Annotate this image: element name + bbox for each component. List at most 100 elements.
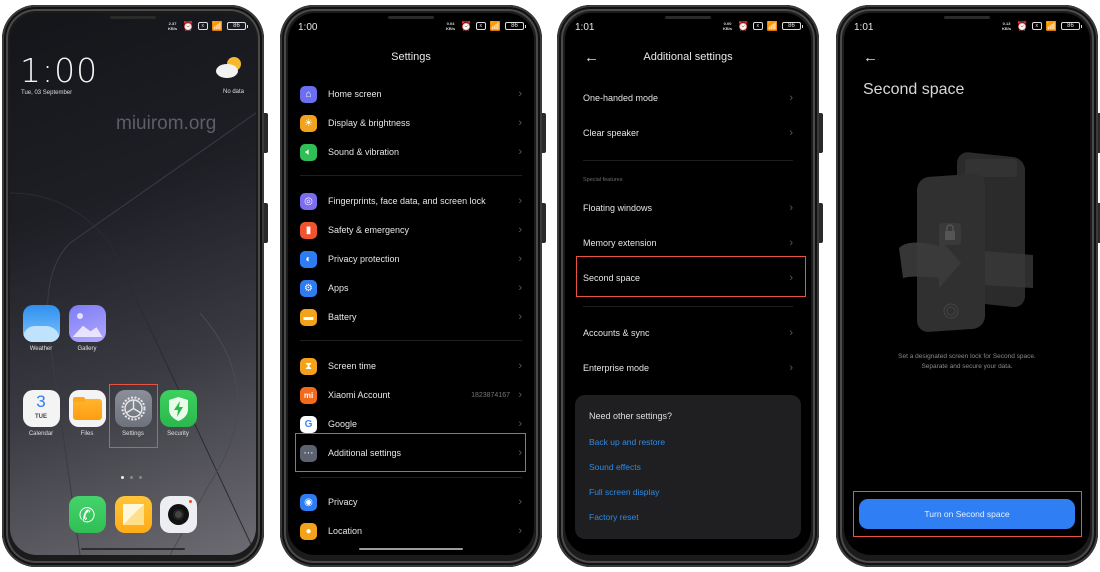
item-label: Apps [328, 283, 349, 293]
settings-item-privacy[interactable]: ◉ Privacy › [300, 489, 522, 515]
back-arrow-icon[interactable]: ← [863, 49, 878, 66]
second-space-description: Set a designated screen lock for Second … [844, 352, 1090, 372]
settings-item-memory-extension[interactable]: Memory extension › [583, 230, 793, 256]
page-title: Second space [863, 81, 965, 98]
safety-icon: ▮ [300, 221, 317, 239]
settings-item-clear-speaker[interactable]: Clear speaker › [583, 120, 793, 146]
settings-item-screen-time[interactable]: ⧗ Screen time › [300, 353, 522, 379]
settings-item-accounts-sync[interactable]: Accounts & sync › [583, 320, 793, 346]
item-label: Enterprise mode [583, 363, 650, 373]
settings-item-safety[interactable]: ▮ Safety & emergency › [300, 217, 522, 243]
app-files[interactable]: Files [68, 390, 106, 437]
settings-screen: 1:00 0.04 KB/s ⏰ x 📶 86 Settings ⌂ Home … [288, 13, 534, 555]
highlight-settings [109, 384, 158, 448]
link-factory-reset[interactable]: Factory reset [589, 512, 639, 522]
app-label: Security [167, 431, 189, 437]
card-title: Need other settings? [589, 411, 673, 421]
phone-additional-settings: 1:01 0.00 KB/s ⏰ x 📶 86 ← Additional set… [557, 5, 823, 567]
app-gallery[interactable]: Gallery [68, 305, 106, 352]
chevron-right-icon: › [518, 146, 522, 158]
link-sound-effects[interactable]: Sound effects [589, 462, 641, 472]
settings-item-home-screen[interactable]: ⌂ Home screen › [300, 81, 522, 107]
description-line: Set a designated screen lock for Second … [898, 353, 1036, 360]
dock-phone[interactable]: ✆ [68, 496, 106, 533]
app-label: Weather [29, 346, 53, 352]
settings-item-location[interactable]: ● Location › [300, 518, 522, 544]
settings-item-sound[interactable]: 🔈︎ Sound & vibration › [300, 139, 522, 165]
link-back-up-restore[interactable]: Back up and restore [589, 437, 665, 447]
item-label: Google [328, 419, 358, 429]
item-label: Display & brightness [328, 118, 411, 128]
settings-item-apps[interactable]: ⚙ Apps › [300, 275, 522, 301]
weather-cloud-sun-icon[interactable] [214, 55, 244, 79]
settings-item-xiaomi-account[interactable]: mi Xiaomi Account 1823874167 › [300, 382, 522, 408]
chevron-right-icon: › [789, 92, 793, 104]
home-icon: ⌂ [300, 85, 317, 103]
clock-widget[interactable]: 1:00 [20, 51, 98, 90]
speaker-icon: 🔈︎ [300, 143, 317, 161]
hourglass-icon: ⧗ [300, 357, 317, 375]
status-bar: 1:01 0.00 KB/s ⏰ x 📶 86 [575, 21, 803, 35]
chevron-right-icon: › [518, 195, 522, 207]
settings-item-privacy-protection[interactable]: ◐ Privacy protection › [300, 246, 522, 272]
highlight-additional-settings [295, 433, 526, 472]
home-indicator[interactable] [359, 548, 463, 550]
mi-icon: mi [300, 386, 317, 404]
app-security[interactable]: Security [159, 390, 197, 437]
battery-indicator: 86 [1061, 22, 1082, 30]
chevron-right-icon: › [518, 253, 522, 265]
item-label: Privacy [328, 497, 358, 507]
settings-item-battery[interactable]: ▬ Battery › [300, 304, 522, 330]
status-time: 1:01 [575, 22, 595, 33]
highlight-second-space [576, 256, 806, 297]
status-bar: 1:01 0.13 KB/s ⏰ x 📶 86 [854, 21, 1082, 35]
alarm-off-icon: ⏰ [1016, 21, 1028, 31]
calendar-day: 3 [36, 392, 46, 411]
additional-settings-screen: 1:01 0.00 KB/s ⏰ x 📶 86 ← Additional set… [565, 13, 811, 555]
page-indicator[interactable] [121, 476, 142, 479]
settings-item-floating-windows[interactable]: Floating windows › [583, 195, 793, 221]
settings-item-display[interactable]: ☀ Display & brightness › [300, 110, 522, 136]
app-label: Files [80, 431, 94, 437]
settings-item-enterprise-mode[interactable]: Enterprise mode › [583, 355, 793, 381]
settings-item-fingerprints[interactable]: ◎ Fingerprints, face data, and screen lo… [300, 188, 522, 214]
chevron-right-icon: › [518, 389, 522, 401]
settings-item-one-handed-mode[interactable]: One-handed mode › [583, 85, 793, 111]
volume-button [542, 113, 546, 153]
app-weather[interactable]: Weather [22, 305, 60, 352]
item-label: Safety & emergency [328, 225, 410, 235]
wifi-icon: 📶 [1045, 21, 1057, 31]
chevron-right-icon: › [518, 311, 522, 323]
battery-indicator: 86 [505, 22, 526, 30]
sim-icon: x [197, 22, 208, 30]
watermark: miuirom.org [116, 113, 217, 134]
item-label: Battery [328, 312, 357, 322]
camera-icon [159, 496, 197, 533]
dock-camera[interactable] [159, 496, 197, 533]
alarm-off-icon: ⏰ [182, 21, 194, 31]
second-space-screen: 1:01 0.13 KB/s ⏰ x 📶 86 ← Second space S… [844, 13, 1090, 555]
volume-button [264, 113, 268, 153]
sim-icon: x [1031, 22, 1042, 30]
link-full-screen-display[interactable]: Full screen display [589, 487, 659, 497]
wifi-icon: 📶 [211, 21, 223, 31]
item-label: Memory extension [583, 238, 657, 248]
weather-icon [22, 305, 60, 342]
calendar-icon: 3 TUE [22, 390, 60, 427]
fingerprint-icon: ◎ [300, 192, 317, 210]
item-label: Accounts & sync [583, 328, 650, 338]
wifi-icon: 📶 [489, 21, 501, 31]
app-calendar[interactable]: 3 TUE Calendar [22, 390, 60, 437]
item-label: Floating windows [583, 203, 653, 213]
battery-icon: ▬ [300, 308, 317, 326]
chevron-right-icon: › [518, 418, 522, 430]
dock-notes[interactable] [114, 496, 152, 533]
second-space-illustration [899, 152, 1033, 332]
other-settings-card: Need other settings? Back up and restore… [575, 395, 801, 539]
apps-gear-icon: ⚙ [300, 279, 317, 297]
home-indicator[interactable] [81, 548, 185, 550]
files-icon [68, 390, 106, 427]
chevron-right-icon: › [518, 525, 522, 537]
network-speed: 0.04 KB/s [446, 21, 456, 31]
wifi-icon: 📶 [766, 21, 778, 31]
